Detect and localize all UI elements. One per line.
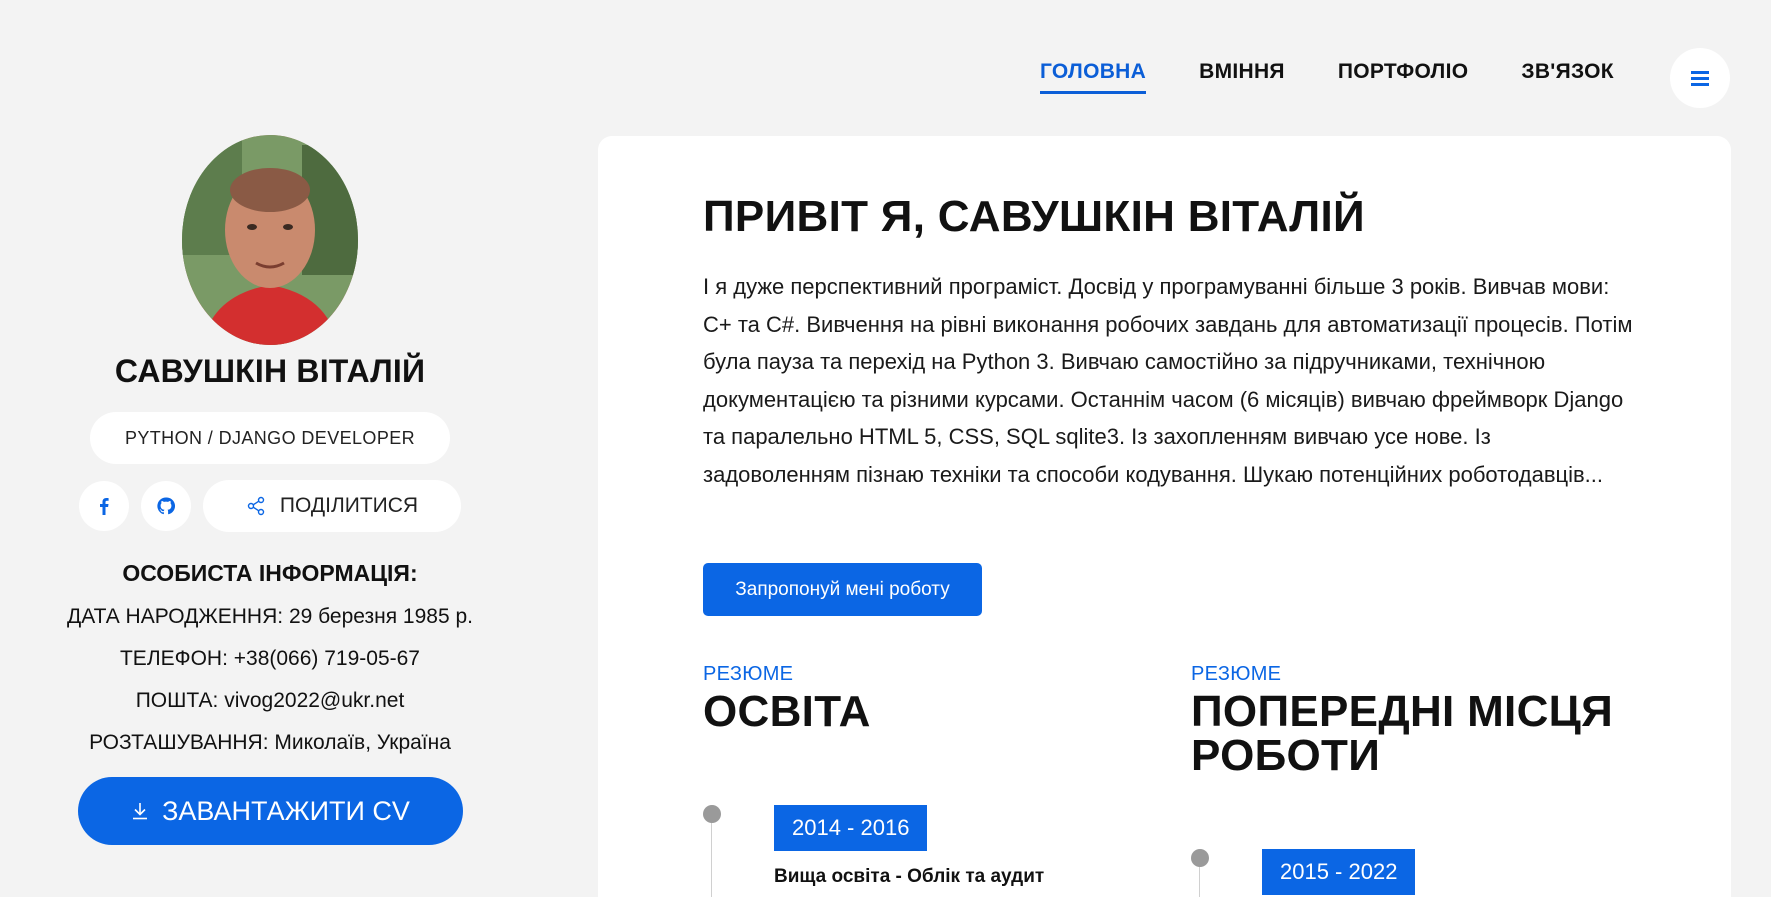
timeline-dot bbox=[703, 805, 721, 823]
intro-text: І я дуже перспективний програміст. Досві… bbox=[703, 274, 1633, 487]
info-phone: ТЕЛЕФОН: +38(066) 719-05-67 bbox=[120, 647, 420, 671]
profile-name: САВУШКІН ВІТАЛІЙ bbox=[114, 353, 426, 389]
section-kicker: РЕЗЮМЕ bbox=[1191, 663, 1282, 685]
info-label: ПОШТА: bbox=[135, 689, 219, 712]
info-value: 29 березня 1985 р. bbox=[288, 605, 473, 628]
info-value[interactable]: +38(066) 719-05-67 bbox=[234, 647, 420, 670]
info-label: ДАТА НАРОДЖЕННЯ: bbox=[66, 605, 284, 628]
work-section: РЕЗЮМЕ ПОПЕРЕДНІ МІСЦЯ РОБОТИ bbox=[1191, 663, 1631, 778]
main-card: ПРИВІТ Я, САВУШКІН ВІТАЛІЙ І я дуже перс… bbox=[598, 136, 1731, 897]
info-value[interactable]: vivog2022@ukr.net bbox=[224, 689, 404, 712]
download-label: ЗАВАНТАЖИТИ CV bbox=[162, 795, 410, 826]
info-location: РОЗТАШУВАННЯ: Миколаїв, Україна bbox=[89, 731, 451, 755]
role-badge: PYTHON / DJANGO DEVELOPER bbox=[90, 412, 450, 464]
section-kicker: РЕЗЮМЕ bbox=[703, 663, 794, 685]
info-label: РОЗТАШУВАННЯ: bbox=[89, 731, 269, 754]
year-badge: 2014 - 2016 bbox=[774, 805, 928, 851]
timeline-dot bbox=[1191, 849, 1209, 867]
github-button[interactable] bbox=[141, 481, 191, 531]
section-title: ПОПЕРЕДНІ МІСЦЯ РОБОТИ bbox=[1191, 687, 1614, 780]
profile-sidebar: САВУШКІН ВІТАЛІЙ PYTHON / DJANGO DEVELOP… bbox=[45, 135, 495, 845]
timeline-line bbox=[711, 814, 712, 897]
nav-item-skills[interactable]: ВМІННЯ bbox=[1199, 60, 1285, 94]
nav-item-contact[interactable]: ЗВ'ЯЗОК bbox=[1521, 60, 1614, 94]
education-section: РЕЗЮМЕ ОСВІТА bbox=[703, 663, 871, 734]
facebook-icon bbox=[100, 498, 109, 515]
facebook-button[interactable] bbox=[79, 481, 129, 531]
main-nav: ГОЛОВНА ВМІННЯ ПОРТФОЛІО ЗВ'ЯЗОК bbox=[1040, 60, 1614, 94]
social-row: ПОДІЛИТИСЯ bbox=[79, 480, 461, 532]
share-label: ПОДІЛИТИСЯ bbox=[279, 494, 419, 517]
download-cv-button[interactable]: ЗАВАНТАЖИТИ CV bbox=[77, 777, 463, 845]
hire-me-button[interactable]: Запропонуй мені роботу bbox=[703, 563, 982, 616]
year-badge: 2015 - 2022 bbox=[1262, 849, 1416, 895]
info-label: ТЕЛЕФОН: bbox=[119, 647, 228, 670]
download-icon bbox=[133, 803, 148, 820]
section-title: ОСВІТА bbox=[703, 687, 871, 736]
hamburger-icon bbox=[1691, 71, 1709, 86]
menu-button[interactable] bbox=[1670, 48, 1730, 108]
profile-photo bbox=[182, 135, 358, 345]
personal-info-title: ОСОБИСТА ІНФОРМАЦІЯ: bbox=[122, 560, 418, 586]
share-icon bbox=[247, 496, 265, 516]
github-icon bbox=[157, 497, 176, 515]
timeline-entry-title: Вища освіта - Облік та аудит bbox=[774, 866, 1045, 887]
info-value: Миколаїв, Україна bbox=[274, 731, 451, 754]
share-button[interactable]: ПОДІЛИТИСЯ bbox=[203, 480, 461, 532]
avatar bbox=[182, 135, 358, 345]
info-birthdate: ДАТА НАРОДЖЕННЯ: 29 березня 1985 р. bbox=[67, 605, 473, 629]
page-title: ПРИВІТ Я, САВУШКІН ВІТАЛІЙ bbox=[703, 192, 1365, 241]
nav-item-portfolio[interactable]: ПОРТФОЛІО bbox=[1338, 60, 1469, 94]
info-email: ПОШТА: vivog2022@ukr.net bbox=[136, 689, 405, 713]
nav-item-home[interactable]: ГОЛОВНА bbox=[1040, 60, 1147, 94]
